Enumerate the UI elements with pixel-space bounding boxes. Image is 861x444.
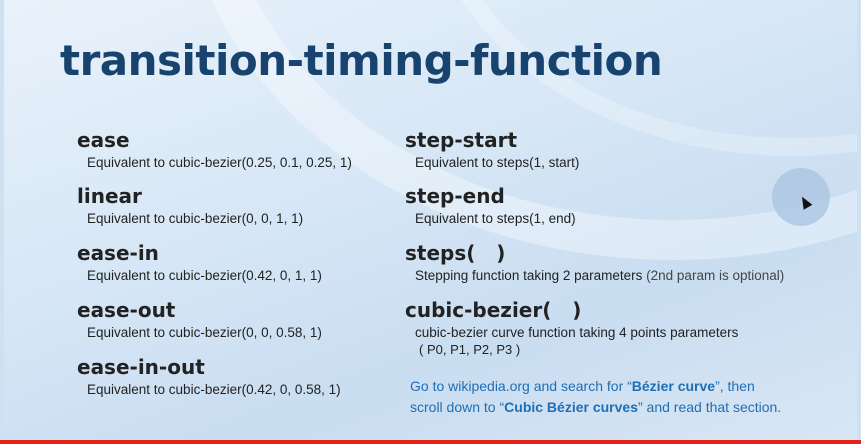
keyword-label: linear bbox=[77, 184, 142, 208]
keyword-label: step-end bbox=[405, 184, 505, 208]
keyword-description: Equivalent to cubic-bezier(0, 0, 1, 1) bbox=[87, 211, 304, 226]
note-text: scroll down to “ bbox=[410, 399, 505, 415]
timing-item-ease-in-out: ease-in-out Equivalent to cubic-bezier(0… bbox=[77, 355, 341, 397]
timing-item-ease-out: ease-out Equivalent to cubic-bezier(0, 0… bbox=[77, 298, 322, 340]
video-progress-fill bbox=[0, 440, 861, 444]
timing-item-steps: steps( ) Stepping function taking 2 para… bbox=[405, 241, 784, 283]
note-emphasis: Bézier curve bbox=[631, 378, 716, 394]
note-text: ”, then bbox=[715, 378, 755, 394]
keyword-description: Equivalent to cubic-bezier(0.42, 0, 0.58… bbox=[87, 382, 341, 397]
keyword-label: ease-in bbox=[77, 241, 159, 265]
timing-item-step-start: step-start Equivalent to steps(1, start) bbox=[405, 128, 579, 170]
presentation-slide: transition-timing-function ease Equivale… bbox=[4, 0, 857, 440]
wikipedia-note: Go to wikipedia.org and search for “Bézi… bbox=[410, 376, 781, 418]
description-text: Stepping function taking 2 parameters bbox=[415, 268, 643, 283]
keyword-description: Equivalent to cubic-bezier(0.25, 0.1, 0.… bbox=[87, 155, 352, 170]
keyword-label: ease bbox=[77, 128, 130, 152]
note-text: Go to wikipedia.org and search for “ bbox=[410, 378, 632, 394]
keyword-description: Stepping function taking 2 parameters (2… bbox=[415, 268, 784, 283]
keyword-label: ease-out bbox=[77, 298, 176, 322]
note-line-2: scroll down to “Cubic Bézier curves” and… bbox=[410, 397, 781, 418]
timing-item-step-end: step-end Equivalent to steps(1, end) bbox=[405, 184, 576, 226]
note-line-1: Go to wikipedia.org and search for “Bézi… bbox=[410, 376, 781, 397]
keyword-label: step-start bbox=[405, 128, 518, 152]
timing-item-linear: linear Equivalent to cubic-bezier(0, 0, … bbox=[77, 184, 303, 226]
keyword-description: Equivalent to cubic-bezier(0.42, 0, 1, 1… bbox=[87, 268, 322, 283]
timing-item-ease: ease Equivalent to cubic-bezier(0.25, 0.… bbox=[77, 128, 352, 170]
video-progress-bar[interactable] bbox=[0, 440, 861, 444]
keyword-label: ease-in-out bbox=[77, 355, 205, 379]
keyword-label: steps( ) bbox=[405, 241, 506, 265]
note-text: ” and read that section. bbox=[638, 399, 782, 415]
timing-item-cubic-bezier: cubic-bezier( ) cubic-bezier curve funct… bbox=[405, 298, 738, 357]
note-emphasis: Cubic Bézier curves bbox=[504, 399, 638, 415]
keyword-label: cubic-bezier( ) bbox=[405, 298, 582, 322]
points-list: ( P0, P1, P2, P3 ) bbox=[419, 342, 521, 357]
keyword-description: Equivalent to steps(1, end) bbox=[415, 211, 576, 226]
keyword-description: Equivalent to cubic-bezier(0, 0, 0.58, 1… bbox=[87, 325, 322, 340]
slide-title: transition-timing-function bbox=[60, 36, 663, 85]
keyword-description: Equivalent to steps(1, start) bbox=[415, 155, 580, 170]
keyword-description: cubic-bezier curve function taking 4 poi… bbox=[415, 325, 739, 340]
timing-item-ease-in: ease-in Equivalent to cubic-bezier(0.42,… bbox=[77, 241, 322, 283]
description-note: (2nd param is optional) bbox=[646, 268, 785, 283]
